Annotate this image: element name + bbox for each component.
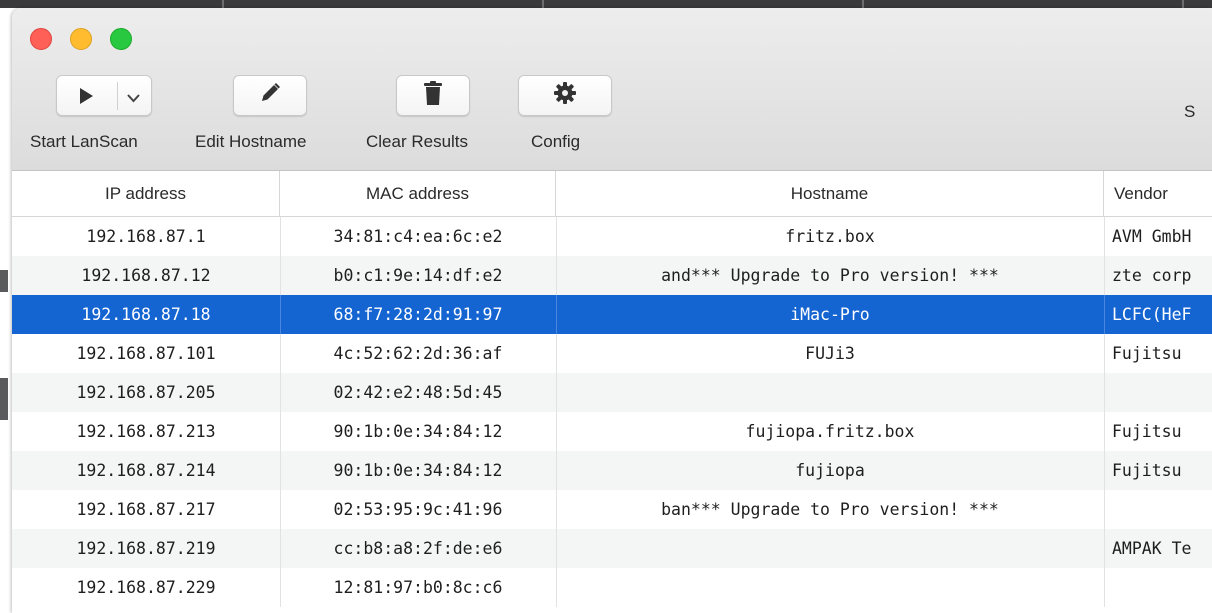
vendor-cell: Fujitsu [1112, 461, 1182, 480]
table-row[interactable]: 192.168.87.219 cc:b8:a8:2f:de:e6 AMPAK T… [12, 529, 1212, 568]
close-window-button[interactable] [30, 28, 52, 50]
ip-cell: 192.168.87.205 [76, 383, 216, 402]
trash-icon [424, 81, 442, 110]
start-lanscan-button[interactable] [56, 75, 152, 116]
vendor-cell: Fujitsu [1112, 422, 1182, 441]
mac-cell: 02:53:95:9c:41:96 [333, 500, 503, 519]
vendor-cell: AMPAK Te [1112, 539, 1192, 558]
ip-cell: 192.168.87.1 [86, 227, 206, 246]
hostname-cell: and*** Upgrade to Pro version! *** [661, 266, 999, 285]
ip-cell: 192.168.87.12 [81, 266, 211, 285]
table-row[interactable]: 192.168.87.217 02:53:95:9c:41:96 ban*** … [12, 490, 1212, 529]
table-row[interactable]: 192.168.87.229 12:81:97:b0:8c:c6 [12, 568, 1212, 607]
vendor-cell: LCFC(HeF [1112, 305, 1192, 324]
mac-cell: cc:b8:a8:2f:de:e6 [333, 539, 503, 558]
table-row[interactable]: 192.168.87.213 90:1b:0e:34:84:12 fujiopa… [12, 412, 1212, 451]
minimize-window-button[interactable] [70, 28, 92, 50]
mac-cell: 90:1b:0e:34:84:12 [333, 461, 503, 480]
table-header: IP address MAC address Hostname Vendor [12, 171, 1212, 217]
ip-cell: 192.168.87.229 [76, 578, 216, 597]
zoom-window-button[interactable] [110, 28, 132, 50]
table-row[interactable]: 192.168.87.101 4c:52:62:2d:36:af FUJi3 F… [12, 334, 1212, 373]
mac-cell: 34:81:c4:ea:6c:e2 [333, 227, 503, 246]
vendor-cell [1104, 490, 1212, 529]
table-row[interactable]: 192.168.87.205 02:42:e2:48:5d:45 [12, 373, 1212, 412]
column-header-mac[interactable]: MAC address [280, 171, 556, 216]
hostname-cell: FUJi3 [805, 344, 855, 363]
start-lanscan-label: Start LanScan [30, 132, 138, 151]
play-icon[interactable] [79, 88, 93, 109]
mac-cell: 02:42:e2:48:5d:45 [333, 383, 503, 402]
mac-cell: 90:1b:0e:34:84:12 [333, 422, 503, 441]
hostname-cell: fritz.box [785, 227, 875, 246]
edit-hostname-button[interactable] [233, 75, 307, 116]
vendor-cell: AVM GmbH [1112, 227, 1192, 246]
mac-cell: 4c:52:62:2d:36:af [333, 344, 503, 363]
vendor-cell: Fujitsu [1112, 344, 1182, 363]
gear-icon [554, 82, 576, 109]
clear-results-label: Clear Results [366, 132, 469, 151]
table-row[interactable]: 192.168.87.12 b0:c1:9e:14:df:e2 and*** U… [12, 256, 1212, 295]
ip-cell: 192.168.87.18 [81, 305, 211, 324]
mac-cell: 12:81:97:b0:8c:c6 [333, 578, 503, 597]
hostname-cell: ban*** Upgrade to Pro version! *** [661, 500, 999, 519]
table-row[interactable]: 192.168.87.214 90:1b:0e:34:84:12 fujiopa… [12, 451, 1212, 490]
hostname-cell [556, 529, 1104, 568]
mac-cell: 68:f7:28:2d:91:97 [333, 305, 503, 324]
chevron-down-icon[interactable] [127, 90, 140, 108]
table-row-selected[interactable]: 192.168.87.18 68:f7:28:2d:91:97 iMac-Pro… [12, 295, 1212, 334]
background-window-edge [0, 8, 12, 613]
column-header-ip[interactable]: IP address [12, 171, 280, 216]
hostname-cell [556, 373, 1104, 412]
results-table: 192.168.87.1 34:81:c4:ea:6c:e2 fritz.box… [12, 217, 1212, 607]
vendor-cell: zte corp [1112, 266, 1192, 285]
ip-cell: 192.168.87.101 [76, 344, 216, 363]
ip-cell: 192.168.87.214 [76, 461, 216, 480]
pencil-icon [259, 82, 281, 109]
ip-cell: 192.168.87.217 [76, 500, 216, 519]
lanscan-window: Start LanScan Edit Hostname Clear Result… [12, 8, 1212, 613]
clear-results-button[interactable] [396, 75, 470, 116]
edit-hostname-label: Edit Hostname [195, 132, 307, 151]
column-header-vendor[interactable]: Vendor [1104, 171, 1212, 216]
hostname-cell: fujiopa.fritz.box [745, 422, 915, 441]
background-window-strip [0, 0, 1212, 8]
hostname-cell: iMac-Pro [790, 305, 870, 324]
hostname-cell: fujiopa [795, 461, 865, 480]
table-row[interactable]: 192.168.87.1 34:81:c4:ea:6c:e2 fritz.box… [12, 217, 1212, 256]
vendor-cell [1104, 568, 1212, 607]
column-header-hostname[interactable]: Hostname [556, 171, 1104, 216]
config-button[interactable] [518, 75, 612, 116]
vendor-cell [1104, 373, 1212, 412]
search-label-cutoff: S [1184, 102, 1196, 121]
ip-cell: 192.168.87.213 [76, 422, 216, 441]
mac-cell: b0:c1:9e:14:df:e2 [333, 266, 503, 285]
toolbar: Start LanScan Edit Hostname Clear Result… [12, 8, 1212, 171]
ip-cell: 192.168.87.219 [76, 539, 216, 558]
config-label: Config [531, 132, 581, 151]
hostname-cell [556, 568, 1104, 607]
